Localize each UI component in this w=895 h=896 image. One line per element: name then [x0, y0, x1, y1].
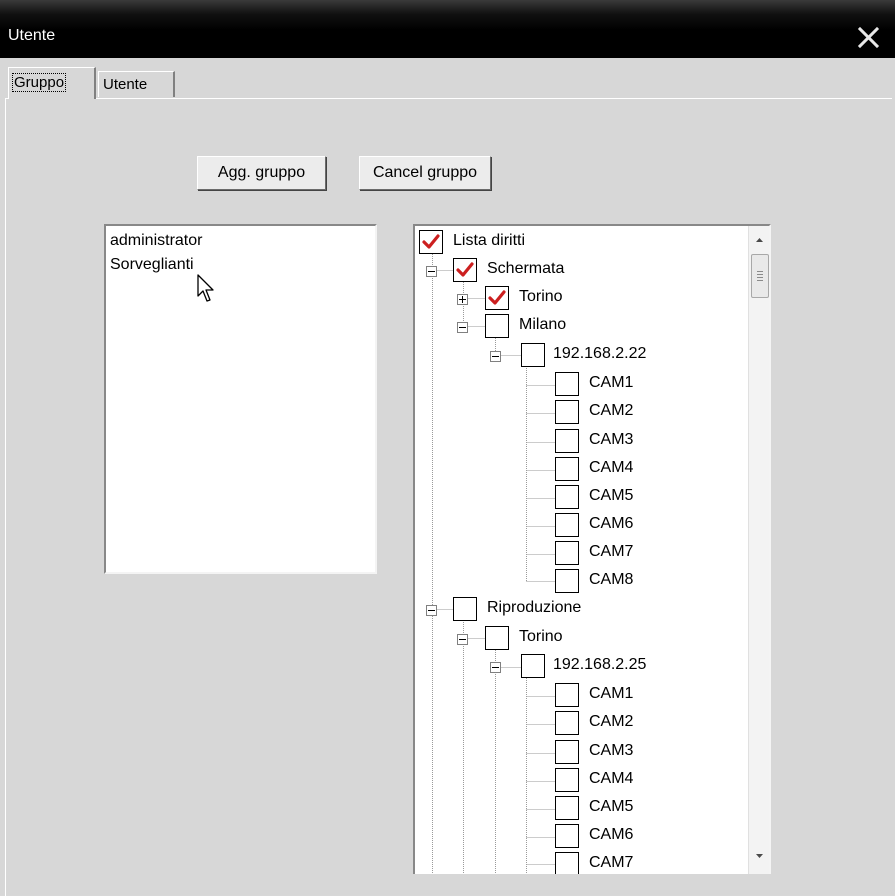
tree-label: CAM3	[589, 431, 634, 448]
checkbox-cam[interactable]	[555, 796, 579, 820]
checkbox-cam[interactable]	[555, 429, 579, 453]
checkbox-cam[interactable]	[555, 852, 579, 874]
checkbox-cam[interactable]	[555, 768, 579, 792]
collapse-icon[interactable]	[457, 322, 468, 333]
checkbox-cam[interactable]	[555, 457, 579, 481]
checkbox-cam[interactable]	[555, 824, 579, 848]
tree-label: 192.168.2.25	[553, 656, 647, 673]
tree-label: CAM1	[589, 374, 634, 391]
checkbox-cam[interactable]	[555, 400, 579, 424]
tree-scrollbar[interactable]	[748, 226, 769, 874]
tree-label: CAM7	[589, 543, 634, 560]
title-bar: Utente	[0, 0, 895, 58]
checkmark-icon	[422, 234, 440, 249]
tree-label: CAM2	[589, 402, 634, 419]
tree-label: Torino	[519, 628, 563, 645]
checkbox-cam[interactable]	[555, 541, 579, 565]
tree-label: CAM8	[589, 571, 634, 588]
tree-label: CAM1	[589, 685, 634, 702]
checkbox-schermata-torino[interactable]	[485, 286, 509, 310]
tree-label: CAM3	[589, 742, 634, 759]
checkbox-lista-diritti[interactable]	[419, 230, 443, 254]
tree-label: Riproduzione	[487, 599, 582, 616]
list-item-sorveglianti[interactable]: Sorveglianti	[110, 254, 194, 276]
tree-label: CAM2	[589, 713, 634, 730]
collapse-icon[interactable]	[457, 634, 468, 645]
scroll-thumb[interactable]	[751, 254, 769, 298]
tree-label: CAM7	[589, 854, 634, 871]
tab-utente-label: Utente	[103, 76, 148, 93]
checkbox-riproduzione-torino[interactable]	[485, 626, 509, 650]
tree-label: Schermata	[487, 260, 565, 277]
collapse-icon[interactable]	[426, 605, 437, 616]
collapse-icon[interactable]	[426, 266, 437, 277]
collapse-icon[interactable]	[490, 662, 501, 673]
tree-label: CAM6	[589, 515, 634, 532]
checkbox-cam[interactable]	[555, 711, 579, 735]
checkbox-cam[interactable]	[555, 683, 579, 707]
tab-gruppo[interactable]: Gruppo	[8, 67, 96, 99]
tree-label: CAM6	[589, 826, 634, 843]
tree-label: CAM5	[589, 798, 634, 815]
mouse-cursor-icon	[197, 274, 214, 302]
checkbox-riproduzione[interactable]	[453, 597, 477, 621]
checkbox-ip-192-168-2-25[interactable]	[521, 654, 545, 678]
scroll-up-arrow-icon[interactable]	[749, 230, 769, 250]
tree-label: Lista diritti	[453, 232, 526, 249]
expand-icon[interactable]	[457, 294, 468, 305]
tree-label: Milano	[519, 316, 567, 333]
checkbox-ip-192-168-2-22[interactable]	[521, 343, 545, 367]
tree-label: 192.168.2.22	[553, 345, 647, 362]
checkbox-cam[interactable]	[555, 485, 579, 509]
checkbox-cam[interactable]	[555, 569, 579, 593]
tab-gruppo-label: Gruppo	[11, 73, 67, 92]
collapse-icon[interactable]	[490, 351, 501, 362]
tree-label: CAM4	[589, 459, 634, 476]
cancel-group-button[interactable]: Cancel gruppo	[359, 156, 491, 190]
tree-label: Torino	[519, 288, 563, 305]
checkmark-icon	[456, 262, 474, 277]
scroll-down-arrow-icon[interactable]	[749, 846, 769, 866]
rights-tree[interactable]: Lista diritti Schermata Torino Milano 19…	[413, 224, 771, 874]
checkmark-icon	[488, 290, 506, 305]
tab-utente[interactable]: Utente	[98, 71, 175, 97]
group-list[interactable]: administrator Sorveglianti	[104, 224, 377, 574]
checkbox-schermata[interactable]	[453, 258, 477, 282]
window-title: Utente	[8, 27, 56, 44]
checkbox-cam[interactable]	[555, 513, 579, 537]
tree-label: CAM5	[589, 487, 634, 504]
tree-label: CAM4	[589, 770, 634, 787]
add-group-button[interactable]: Agg. gruppo	[197, 156, 326, 190]
close-icon[interactable]	[856, 25, 880, 49]
checkbox-cam[interactable]	[555, 740, 579, 764]
list-item-administrator[interactable]: administrator	[110, 230, 202, 252]
checkbox-cam[interactable]	[555, 372, 579, 396]
checkbox-schermata-milano[interactable]	[485, 314, 509, 338]
